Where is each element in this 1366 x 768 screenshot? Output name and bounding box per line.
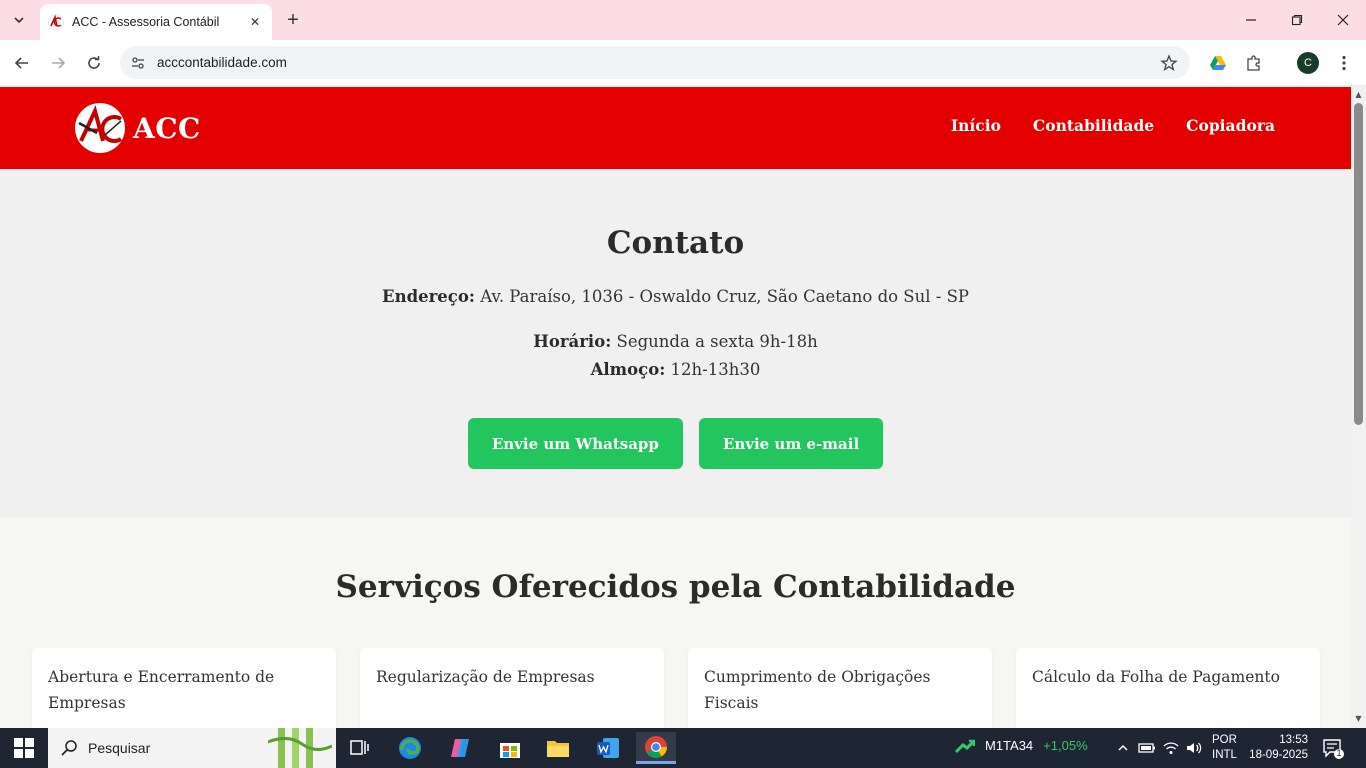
site-info-tune-icon[interactable] bbox=[122, 46, 154, 79]
browser-menu-icon[interactable] bbox=[1331, 50, 1357, 76]
new-tab-button[interactable]: + bbox=[282, 9, 304, 31]
hours-label: Horário: bbox=[533, 332, 612, 351]
word-icon[interactable] bbox=[588, 732, 628, 764]
stock-up-arrow-icon bbox=[955, 739, 975, 753]
services-cards: Abertura e Encerramento de Empresas Regu… bbox=[32, 648, 1320, 728]
service-card[interactable]: Cálculo da Folha de Pagamento bbox=[1016, 648, 1320, 728]
extensions-puzzle-icon[interactable] bbox=[1241, 50, 1267, 76]
tab-search-chevron-icon[interactable] bbox=[6, 8, 32, 32]
windows-taskbar: Pesquisar M1TA34 +1,05% POR INTL 13:53 1… bbox=[0, 728, 1366, 768]
service-card[interactable]: Abertura e Encerramento de Empresas bbox=[32, 648, 336, 728]
volume-icon[interactable] bbox=[1185, 739, 1203, 757]
google-drive-icon[interactable] bbox=[1205, 50, 1231, 76]
scroll-up-arrow-icon[interactable]: ▲ bbox=[1354, 90, 1363, 99]
email-button[interactable]: Envie um e-mail bbox=[698, 418, 884, 469]
minimize-icon[interactable] bbox=[1228, 0, 1274, 40]
microsoft-store-icon[interactable] bbox=[490, 732, 530, 764]
contact-buttons: Envie um Whatsapp Envie um e-mail bbox=[0, 418, 1351, 469]
scroll-thumb[interactable] bbox=[1354, 103, 1363, 425]
service-card[interactable]: Cumprimento de Obrigações Fiscais bbox=[688, 648, 992, 728]
nav-link-copiadora[interactable]: Copiadora bbox=[1186, 116, 1275, 135]
system-clock[interactable]: 13:53 18-09-2025 bbox=[1246, 733, 1308, 763]
site-favicon-icon bbox=[48, 14, 64, 30]
lang-code: POR bbox=[1212, 734, 1237, 746]
clock-time: 13:53 bbox=[1279, 734, 1308, 746]
site-nav: Início Contabilidade Copiadora bbox=[951, 116, 1275, 135]
back-arrow-icon[interactable] bbox=[8, 49, 36, 77]
url-text: acccontabilidade.com bbox=[157, 55, 287, 70]
task-view-icon[interactable] bbox=[340, 732, 380, 764]
address-value: Av. Paraíso, 1036 - Oswaldo Cruz, São Ca… bbox=[480, 287, 969, 306]
tab-strip: ACC - Assessoria Contábil ✕ + bbox=[0, 0, 1366, 40]
tab-close-icon[interactable]: ✕ bbox=[246, 13, 264, 31]
scroll-down-arrow-icon[interactable]: ▼ bbox=[1354, 714, 1363, 723]
notification-center-icon[interactable]: 1 bbox=[1322, 737, 1344, 759]
lunch-value: 12h-13h30 bbox=[670, 360, 761, 379]
search-icon bbox=[60, 739, 78, 757]
stock-ticker-widget[interactable]: M1TA34 +1,05% bbox=[955, 738, 1088, 753]
nav-link-contabilidade[interactable]: Contabilidade bbox=[1033, 116, 1154, 135]
page-scrollbar[interactable]: ▲ ▼ bbox=[1351, 87, 1366, 728]
input-language[interactable]: POR INTL bbox=[1212, 733, 1237, 763]
service-card[interactable]: Regularização de Empresas bbox=[360, 648, 664, 728]
edge-browser-icon[interactable] bbox=[390, 732, 430, 764]
page-viewport: ACC Início Contabilidade Copiadora Conta… bbox=[0, 87, 1351, 728]
restore-icon[interactable] bbox=[1274, 0, 1320, 40]
keyboard-layout: INTL bbox=[1212, 749, 1237, 761]
site-logo[interactable]: ACC bbox=[75, 103, 201, 153]
address-bar[interactable]: acccontabilidade.com bbox=[120, 46, 1190, 79]
hours-block: Horário: Segunda a sexta 9h-18h Almoço: … bbox=[0, 328, 1351, 384]
address-line: Endereço: Av. Paraíso, 1036 - Oswaldo Cr… bbox=[0, 287, 1351, 306]
site-header: ACC Início Contabilidade Copiadora bbox=[0, 87, 1351, 169]
bookmark-star-icon[interactable] bbox=[1160, 54, 1178, 72]
file-explorer-icon[interactable] bbox=[538, 732, 578, 764]
forward-arrow-icon[interactable] bbox=[44, 49, 72, 77]
logo-emblem-icon bbox=[75, 103, 125, 153]
bamboo-search-highlight-icon bbox=[268, 728, 332, 768]
copilot-icon[interactable] bbox=[440, 732, 480, 764]
browser-toolbar: acccontabilidade.com bbox=[0, 40, 1366, 86]
whatsapp-button[interactable]: Envie um Whatsapp bbox=[467, 418, 683, 469]
battery-icon[interactable] bbox=[1138, 739, 1156, 757]
services-title: Serviços Oferecidos pela Contabilidade bbox=[335, 569, 1016, 605]
wifi-icon[interactable] bbox=[1162, 739, 1180, 757]
tray-chevron-up-icon[interactable] bbox=[1114, 739, 1132, 757]
lunch-label: Almoço: bbox=[590, 360, 666, 379]
tab-title: ACC - Assessoria Contábil bbox=[72, 15, 220, 29]
ticker-symbol: M1TA34 bbox=[985, 738, 1034, 753]
reload-icon[interactable] bbox=[80, 49, 108, 77]
services-section: Serviços Oferecidos pela Contabilidade A… bbox=[0, 517, 1351, 728]
search-placeholder: Pesquisar bbox=[88, 740, 151, 756]
logo-text: ACC bbox=[133, 111, 201, 145]
active-tab[interactable]: ACC - Assessoria Contábil ✕ bbox=[40, 4, 272, 40]
nav-link-inicio[interactable]: Início bbox=[951, 116, 1001, 135]
taskbar-search-box[interactable]: Pesquisar bbox=[48, 728, 336, 768]
close-window-icon[interactable] bbox=[1320, 0, 1366, 40]
ticker-change: +1,05% bbox=[1043, 738, 1088, 753]
clock-date: 18-09-2025 bbox=[1249, 749, 1308, 761]
hours-value: Segunda a sexta 9h-18h bbox=[616, 332, 818, 351]
contact-title: Contato bbox=[606, 225, 745, 261]
windows-start-icon[interactable] bbox=[14, 738, 34, 758]
profile-avatar[interactable]: C bbox=[1297, 52, 1319, 74]
notification-count: 1 bbox=[1336, 748, 1342, 758]
contact-section: Contato Endereço: Av. Paraíso, 1036 - Os… bbox=[0, 169, 1351, 517]
address-label: Endereço: bbox=[382, 287, 475, 306]
chrome-icon[interactable] bbox=[636, 732, 676, 764]
